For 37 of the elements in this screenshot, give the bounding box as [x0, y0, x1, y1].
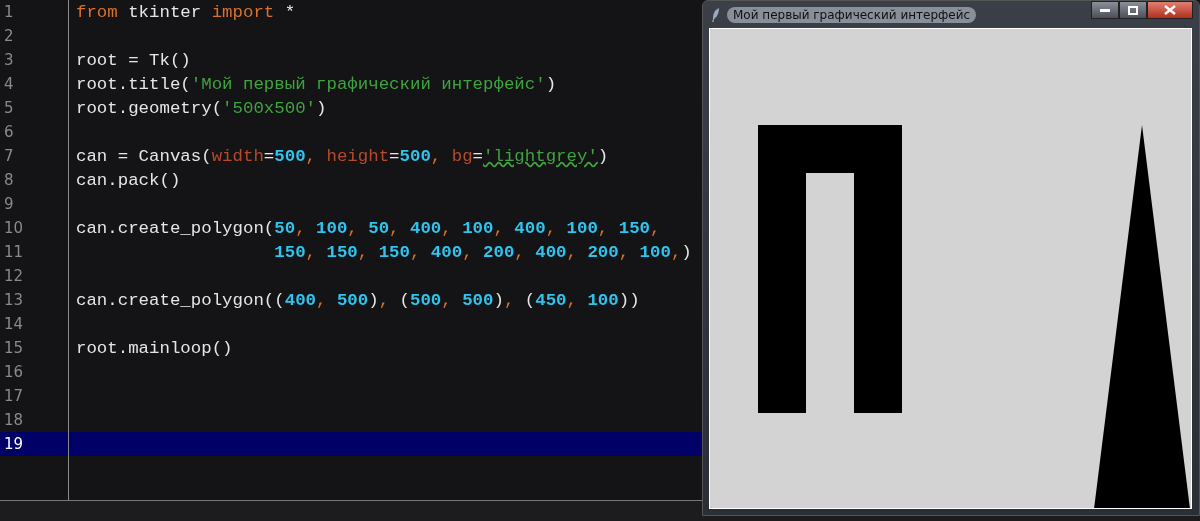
- line-number: 5: [3, 99, 15, 117]
- line-number: 6: [3, 123, 15, 141]
- line-number: 1: [3, 3, 15, 21]
- line-number: 12: [3, 267, 25, 285]
- close-button[interactable]: [1147, 1, 1193, 19]
- line-number: 3: [3, 51, 15, 69]
- line-number: 19: [3, 435, 25, 453]
- line-number: 8: [3, 171, 15, 189]
- code-line: can = Canvas(width=500, height=500, bg='lightgrey'): [76, 146, 609, 166]
- line-number: 16: [3, 363, 25, 381]
- line-number: 18: [3, 411, 25, 429]
- line-number: 14: [3, 315, 25, 333]
- line-number: 7: [3, 147, 15, 165]
- close-icon: [1164, 5, 1176, 15]
- line-number: 2: [3, 27, 15, 45]
- maximize-button[interactable]: [1119, 1, 1147, 19]
- code-line: from tkinter import *: [76, 2, 296, 22]
- code-line: root.title('Мой первый графический интерфейс'): [76, 74, 557, 94]
- code-line: root = Tk(): [76, 50, 191, 70]
- line-number: 10: [3, 219, 25, 237]
- code-line: can.create_polygon((400, 500), (500, 500), (450, 100)): [76, 290, 640, 310]
- line-number: 11: [3, 243, 25, 261]
- line-number: 17: [3, 387, 25, 405]
- minimize-button[interactable]: [1091, 1, 1119, 19]
- feather-icon: [711, 6, 721, 23]
- line-number: 9: [3, 195, 15, 213]
- code-line: root.geometry('500x500'): [76, 98, 327, 118]
- line-number: 13: [3, 291, 25, 309]
- code-line: root.mainloop(): [76, 338, 233, 358]
- maximize-icon: [1128, 5, 1138, 15]
- line-number: 4: [3, 75, 15, 93]
- code-line: can.pack(): [76, 170, 181, 190]
- code-line: can.create_polygon(50, 100, 50, 400, 100, 400, 100, 150,: [76, 218, 661, 238]
- code-line: 150, 150, 150, 400, 200, 400, 200, 100,): [273, 242, 692, 262]
- window-title: Мой первый графический интерфейс: [727, 6, 977, 23]
- minimize-icon: [1100, 8, 1110, 12]
- line-number: 15: [3, 339, 25, 357]
